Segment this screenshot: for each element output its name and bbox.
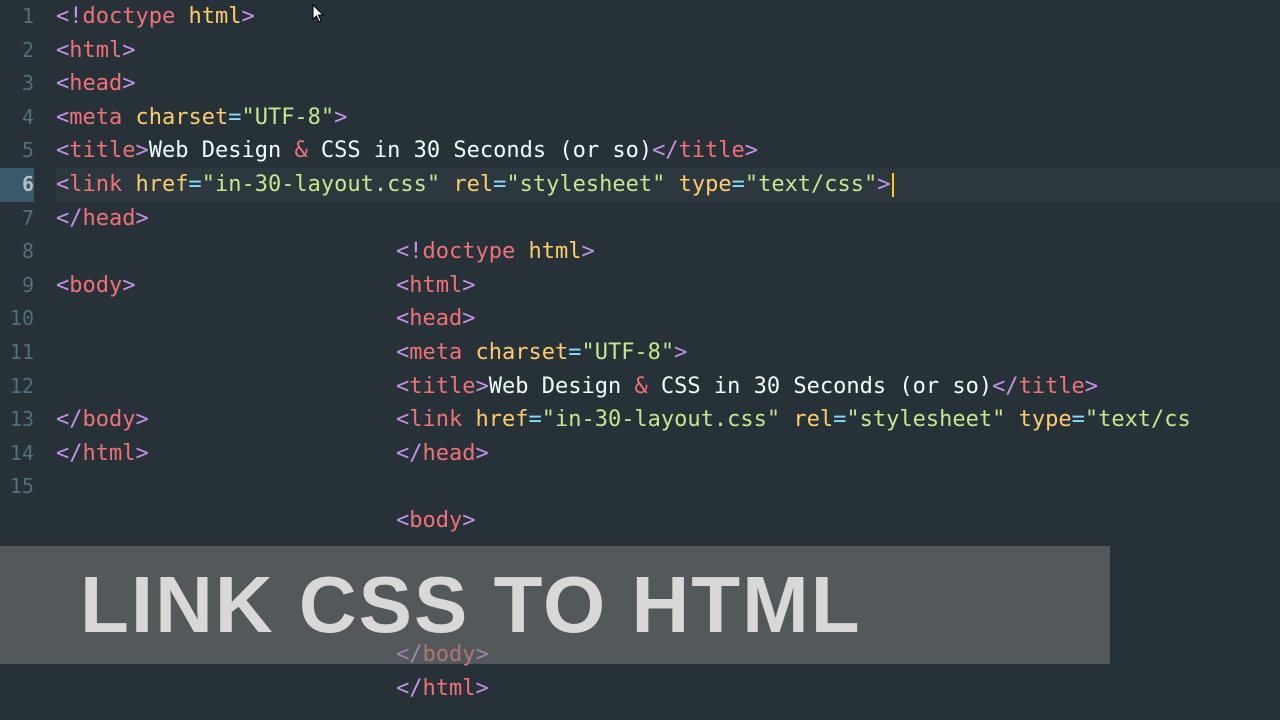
- line-number: 13: [0, 403, 34, 437]
- line-number: 12: [0, 370, 34, 404]
- line-number: 5: [0, 134, 34, 168]
- code-line[interactable]: <title>Web Design & CSS in 30 Seconds (o…: [56, 370, 1280, 404]
- line-number-active: 6: [0, 168, 34, 202]
- code-line[interactable]: </body><link href="in-30-layout.css" rel…: [56, 403, 1280, 437]
- code-line[interactable]: </head>: [56, 202, 1280, 236]
- code-line[interactable]: <!doctype html>: [56, 0, 1280, 34]
- text-cursor: [892, 173, 894, 197]
- attr: html: [188, 4, 241, 29]
- line-number: 8: [0, 235, 34, 269]
- line-number: 4: [0, 101, 34, 135]
- line-number: 7: [0, 202, 34, 236]
- inset-code: <meta charset="UTF-8">: [396, 336, 687, 370]
- code-line[interactable]: <title>Web Design & CSS in 30 Seconds (o…: [56, 134, 1280, 168]
- code-line-active[interactable]: <link href="in-30-layout.css" rel="style…: [56, 168, 1280, 202]
- line-number: 10: [0, 302, 34, 336]
- inset-code: <head>: [396, 302, 475, 336]
- banner-text: LINK CSS TO HTML: [80, 559, 862, 651]
- line-number: 9: [0, 269, 34, 303]
- title-banner: LINK CSS TO HTML: [0, 546, 1110, 664]
- code-line[interactable]: [56, 470, 1280, 504]
- code-line[interactable]: <body>: [56, 504, 1280, 538]
- inset-code: <link href="in-30-layout.css" rel="style…: [396, 403, 1191, 437]
- line-number: 15: [0, 470, 34, 504]
- line-number: 11: [0, 336, 34, 370]
- inset-code: <title>Web Design & CSS in 30 Seconds (o…: [396, 370, 1098, 404]
- bracket: <!: [56, 4, 83, 29]
- code-line[interactable]: </html></head>: [56, 437, 1280, 471]
- code-line[interactable]: <head>: [56, 67, 1280, 101]
- code-line[interactable]: <head>: [56, 302, 1280, 336]
- inset-code: <!doctype html>: [396, 235, 595, 269]
- code-line[interactable]: </html>: [56, 672, 1280, 706]
- code-line[interactable]: <body><html>: [56, 269, 1280, 303]
- inset-code: <body>: [396, 504, 475, 538]
- inset-code: </head>: [396, 437, 489, 471]
- line-number: 3: [0, 67, 34, 101]
- code-line[interactable]: <html>: [56, 34, 1280, 68]
- inset-code: <html>: [396, 269, 475, 303]
- tag: doctype: [83, 4, 176, 29]
- line-number: 14: [0, 437, 34, 471]
- line-number: 2: [0, 34, 34, 68]
- code-line[interactable]: <meta charset="UTF-8">: [56, 336, 1280, 370]
- inset-code: </html>: [396, 672, 489, 706]
- line-number: 1: [0, 0, 34, 34]
- code-line[interactable]: <meta charset="UTF-8">: [56, 101, 1280, 135]
- code-line[interactable]: <!doctype html>: [56, 235, 1280, 269]
